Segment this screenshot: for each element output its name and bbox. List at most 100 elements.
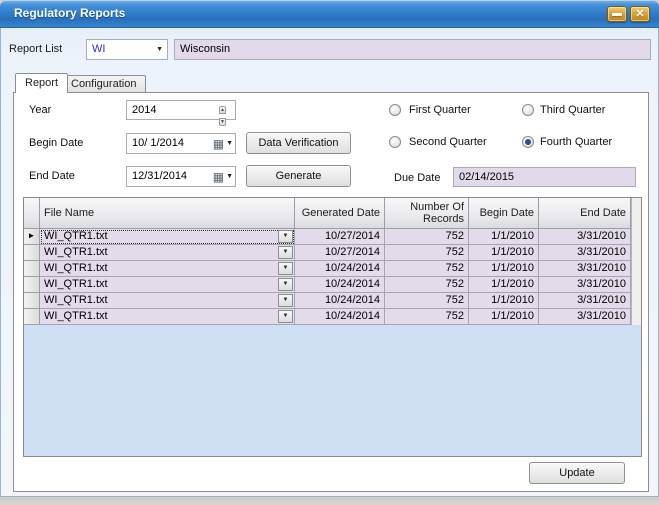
cell-number-of-records[interactable]: 752 — [385, 261, 469, 277]
table-row[interactable]: WI_QTR1.txt ▼ 10/24/2014 752 1/1/2010 3/3… — [24, 293, 641, 309]
due-date-field: 02/14/2015 — [453, 167, 636, 187]
cell-begin-date[interactable]: 1/1/2010 — [469, 293, 539, 309]
window-bottom-edge — [0, 497, 659, 505]
cell-end-date[interactable]: 3/31/2010 — [539, 261, 631, 277]
chevron-down-icon[interactable]: ▼ — [226, 140, 233, 148]
generate-button[interactable]: Generate — [246, 165, 351, 187]
chevron-down-icon[interactable]: ▼ — [278, 262, 293, 275]
row-selector[interactable] — [24, 261, 40, 277]
table-row[interactable]: WI_QTR1.txt ▼ 10/24/2014 752 1/1/2010 3/3… — [24, 309, 641, 325]
radio-first-quarter[interactable] — [389, 104, 401, 116]
row-selector[interactable] — [24, 309, 40, 325]
tab-report[interactable]: Report — [15, 73, 68, 93]
cell-begin-date[interactable]: 1/1/2010 — [469, 245, 539, 261]
row-selector[interactable]: ► — [24, 229, 40, 245]
cell-generated-date[interactable]: 10/27/2014 — [295, 229, 385, 245]
close-button[interactable]: ✕ — [630, 6, 650, 22]
cell-begin-date[interactable]: 1/1/2010 — [469, 229, 539, 245]
cell-number-of-records[interactable]: 752 — [385, 293, 469, 309]
window-title: Regulatory Reports — [14, 6, 125, 20]
cell-generated-date[interactable]: 10/24/2014 — [295, 309, 385, 325]
cell-end-date[interactable]: 3/31/2010 — [539, 229, 631, 245]
radio-fourth-quarter-label: Fourth Quarter — [540, 136, 612, 148]
column-header-generated-date[interactable]: Generated Date — [295, 198, 385, 229]
report-list-value: WI — [92, 43, 105, 55]
chevron-down-icon[interactable]: ▼ — [226, 173, 233, 181]
close-icon: ✕ — [631, 7, 649, 21]
cell-number-of-records[interactable]: 752 — [385, 229, 469, 245]
end-date-value: 12/31/2014 — [132, 170, 187, 182]
chevron-down-icon[interactable]: ▼ — [278, 294, 293, 307]
cell-end-date[interactable]: 3/31/2010 — [539, 293, 631, 309]
column-header-file-name[interactable]: File Name — [40, 198, 295, 229]
grid-scrollbar-strip[interactable] — [631, 198, 641, 325]
cell-file-name[interactable]: WI_QTR1.txt ▼ — [40, 229, 295, 245]
table-row[interactable]: ► WI_QTR1.txt ▼ 10/27/2014 752 1/1/2010 3… — [24, 229, 641, 245]
cell-file-name[interactable]: WI_QTR1.txt ▼ — [40, 309, 295, 325]
begin-date-picker[interactable]: 10/ 1/2014 ▦ ▼ — [126, 133, 236, 154]
chevron-down-icon: ▼ — [156, 46, 163, 54]
begin-date-value: 10/ 1/2014 — [132, 137, 184, 149]
radio-second-quarter[interactable] — [389, 136, 401, 148]
cell-end-date[interactable]: 3/31/2010 — [539, 245, 631, 261]
cell-generated-date[interactable]: 10/24/2014 — [295, 293, 385, 309]
cell-begin-date[interactable]: 1/1/2010 — [469, 277, 539, 293]
chevron-down-icon[interactable]: ▼ — [278, 278, 293, 291]
cell-file-name[interactable]: WI_QTR1.txt▼ — [40, 261, 295, 277]
minimize-icon — [612, 13, 622, 16]
due-date-label: Due Date — [394, 172, 440, 184]
chevron-down-icon[interactable]: ▼ — [278, 246, 293, 259]
file-name-text: WI_QTR1.txt — [44, 278, 108, 290]
file-name-text: WI_QTR1.txt — [44, 310, 108, 322]
cell-number-of-records[interactable]: 752 — [385, 277, 469, 293]
chevron-down-icon[interactable]: ▼ — [278, 230, 293, 243]
cell-begin-date[interactable]: 1/1/2010 — [469, 309, 539, 325]
regulatory-reports-window: Regulatory Reports ✕ Report List WI ▼ Wi… — [0, 0, 659, 497]
spinner-down-icon[interactable]: ▼ — [219, 118, 226, 126]
update-button[interactable]: Update — [529, 462, 625, 484]
column-header-number-of-records[interactable]: Number Of Records — [385, 198, 469, 229]
table-row[interactable]: WI_QTR1.txt▼ 10/24/2014 752 1/1/2010 3/3… — [24, 261, 641, 277]
file-name-text: WI_QTR1.txt — [44, 294, 108, 306]
cell-generated-date[interactable]: 10/24/2014 — [295, 277, 385, 293]
year-spinner[interactable]: 2014 ▲ ▼ — [126, 100, 236, 120]
cell-file-name[interactable]: WI_QTR1.txt ▼ — [40, 277, 295, 293]
cell-end-date[interactable]: 3/31/2010 — [539, 309, 631, 325]
cell-generated-date[interactable]: 10/24/2014 — [295, 261, 385, 277]
tab-configuration[interactable]: Configuration — [61, 75, 146, 92]
report-list-combobox[interactable]: WI ▼ — [86, 39, 168, 60]
grid-corner-cell — [24, 198, 40, 229]
row-selector[interactable] — [24, 293, 40, 309]
cell-generated-date[interactable]: 10/27/2014 — [295, 245, 385, 261]
cell-end-date[interactable]: 3/31/2010 — [539, 277, 631, 293]
radio-second-quarter-label: Second Quarter — [409, 136, 487, 148]
column-header-end-date[interactable]: End Date — [539, 198, 631, 229]
data-verification-button[interactable]: Data Verification — [246, 132, 351, 154]
table-row[interactable]: WI_QTR1.txt ▼ 10/27/2014 752 1/1/2010 3/3… — [24, 245, 641, 261]
row-selector[interactable] — [24, 277, 40, 293]
radio-first-quarter-label: First Quarter — [409, 104, 471, 116]
cell-number-of-records[interactable]: 752 — [385, 245, 469, 261]
tab-control: Report Configuration Year 2014 ▲ ▼ Begin… — [13, 73, 649, 492]
end-date-picker[interactable]: 12/31/2014 ▦ ▼ — [126, 166, 236, 187]
spinner-up-icon[interactable]: ▲ — [219, 106, 226, 114]
file-name-text: WI_QTR1.txt — [44, 230, 108, 242]
row-selector[interactable] — [24, 245, 40, 261]
file-name-text: WI_QTR1.txt — [44, 246, 108, 258]
reports-data-grid[interactable]: File Name Generated Date Number Of Recor… — [23, 197, 642, 457]
table-row[interactable]: WI_QTR1.txt ▼ 10/24/2014 752 1/1/2010 3/3… — [24, 277, 641, 293]
cell-file-name[interactable]: WI_QTR1.txt ▼ — [40, 293, 295, 309]
radio-fourth-quarter[interactable] — [522, 136, 534, 148]
report-description-field[interactable]: Wisconsin — [174, 39, 651, 60]
chevron-down-icon[interactable]: ▼ — [278, 310, 293, 323]
cell-begin-date[interactable]: 1/1/2010 — [469, 261, 539, 277]
year-label: Year — [29, 104, 51, 116]
cell-file-name[interactable]: WI_QTR1.txt ▼ — [40, 245, 295, 261]
cell-number-of-records[interactable]: 752 — [385, 309, 469, 325]
minimize-button[interactable] — [607, 6, 627, 22]
radio-third-quarter[interactable] — [522, 104, 534, 116]
column-header-begin-date[interactable]: Begin Date — [469, 198, 539, 229]
title-bar[interactable]: Regulatory Reports ✕ — [0, 0, 659, 28]
grid-header-row: File Name Generated Date Number Of Recor… — [24, 198, 641, 229]
row-pointer-icon: ► — [28, 231, 36, 240]
